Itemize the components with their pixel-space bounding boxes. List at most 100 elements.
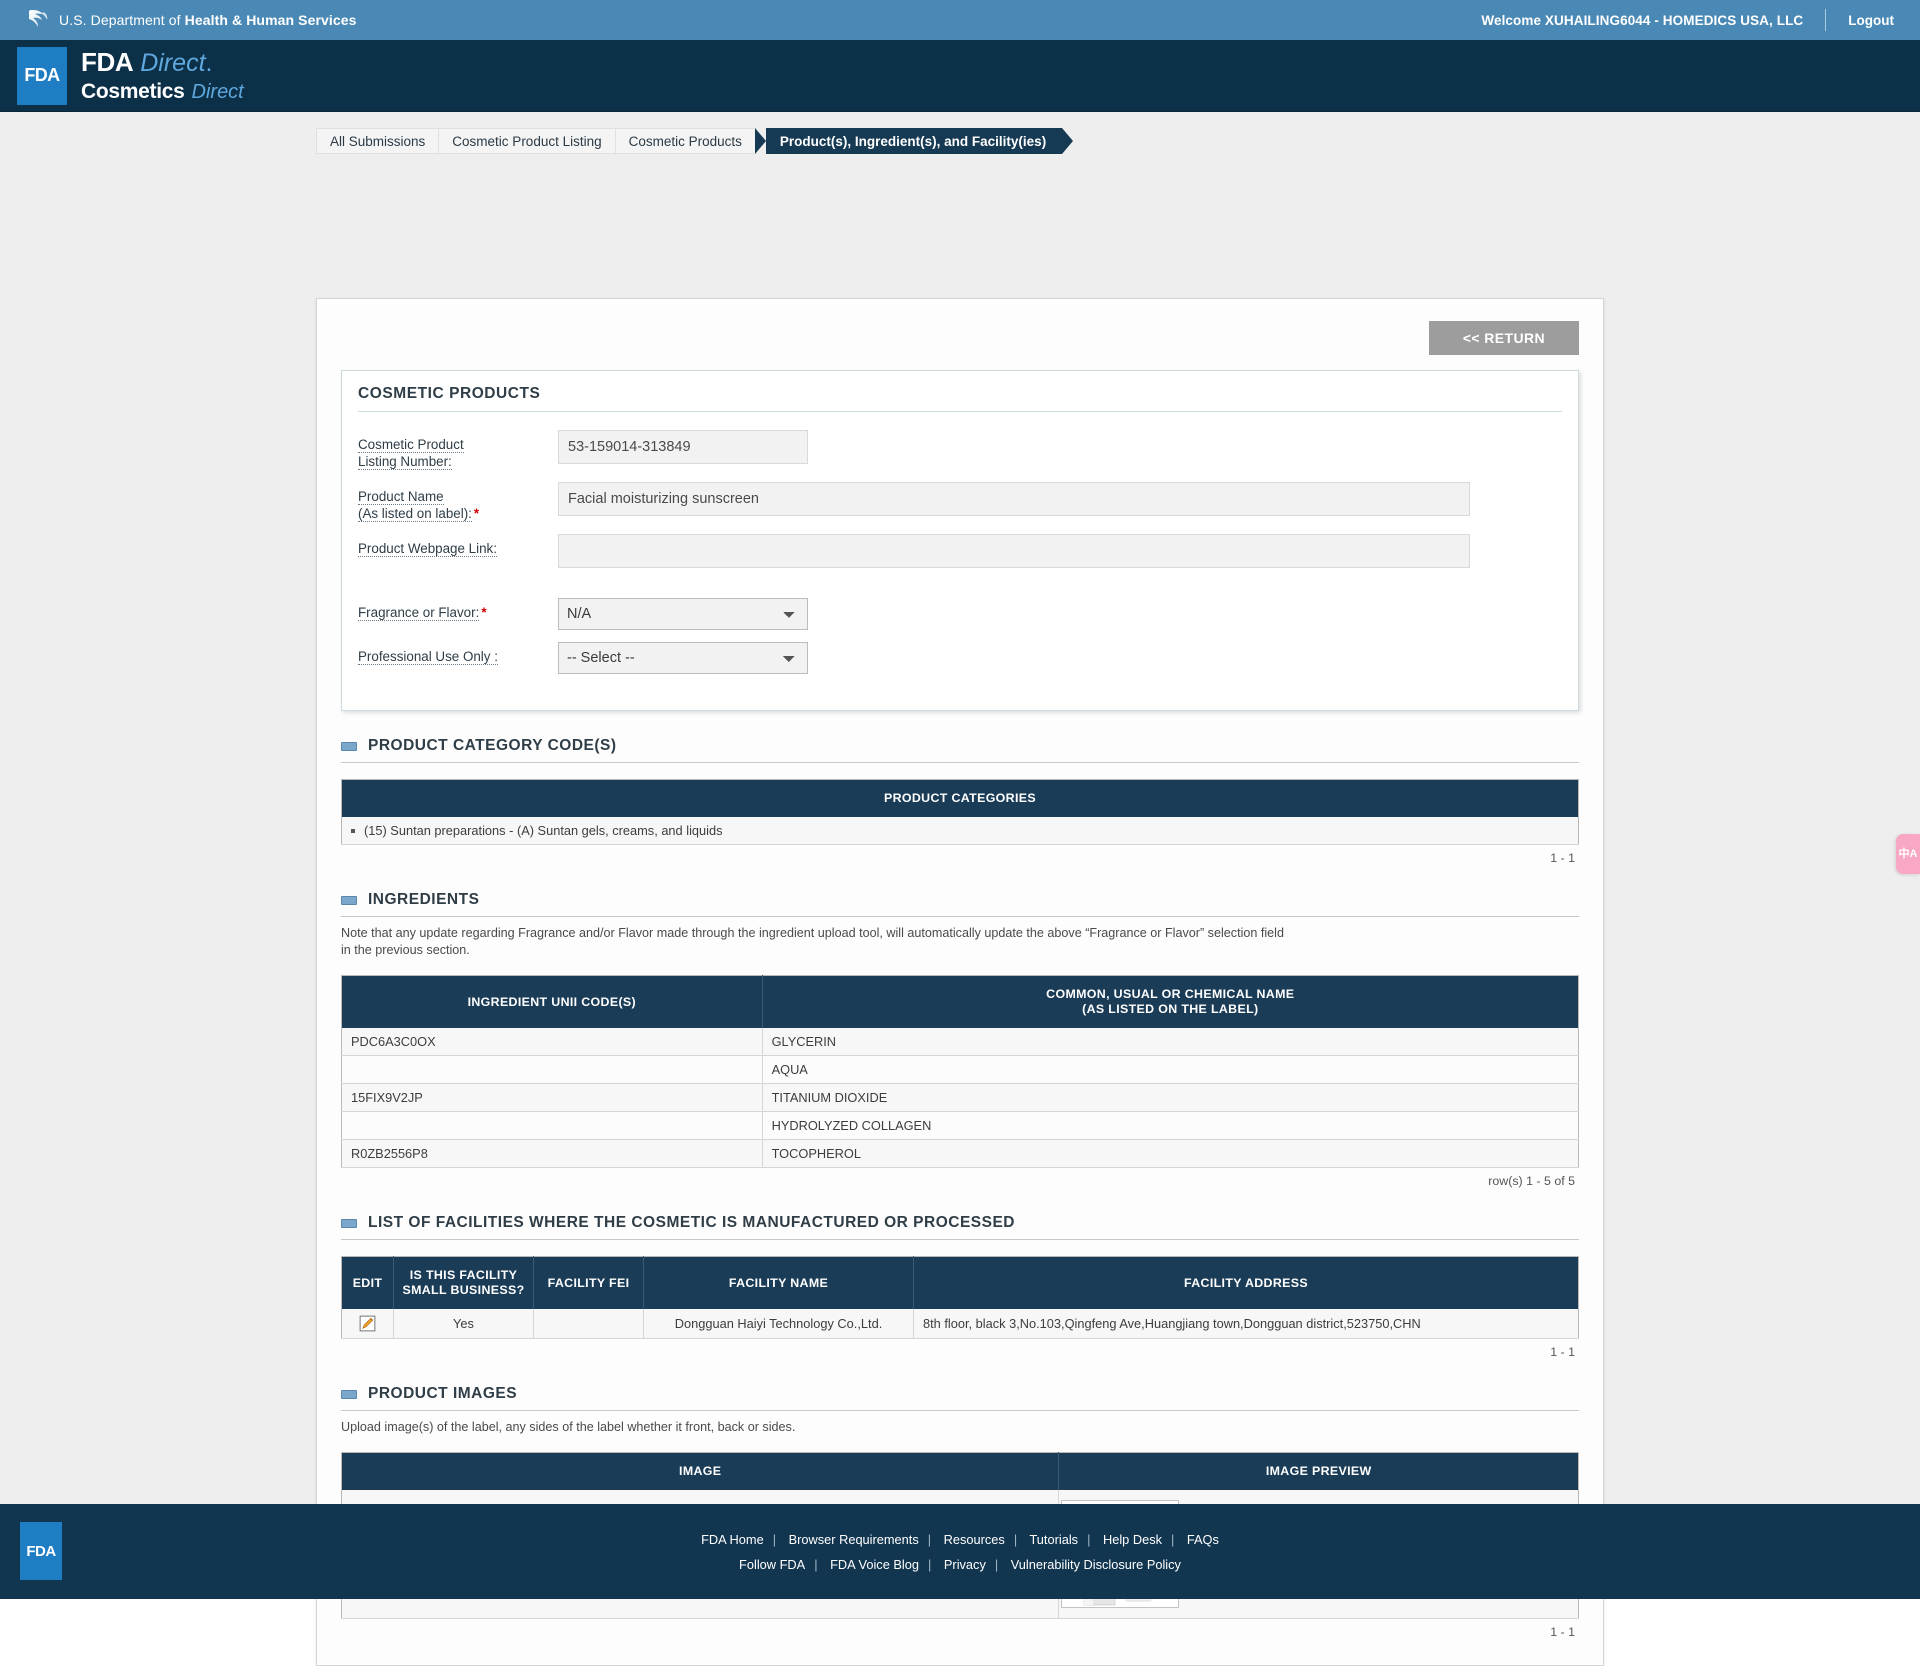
ingredients-note-line2: in the previous section. <box>341 943 470 957</box>
fragrance-label-text: Fragrance or Flavor: <box>358 605 480 621</box>
ingredient-name-cell: HYDROLYZED COLLAGEN <box>762 1111 1579 1140</box>
section-title-product-categories: PRODUCT CATEGORY CODE(S) <box>368 737 617 754</box>
fda-logo-badge: FDA <box>17 46 67 105</box>
footer-link-faqs[interactable]: FAQs <box>1187 1532 1219 1547</box>
field-row-webpage-link: Product Webpage Link: <box>358 534 1562 568</box>
section-title-ingredients: INGREDIENTS <box>368 891 480 908</box>
field-row-product-name: Product Name (As listed on label): * <box>358 482 1562 522</box>
footer-links: FDA Home | Browser Requirements | Resource… <box>0 1527 1920 1577</box>
main-content-card: << RETURN COSMETIC PRODUCTS Cosmetic Pro… <box>316 298 1604 1666</box>
unii-cell: PDC6A3C0OX <box>341 1028 763 1056</box>
footer-separator: | <box>1013 1531 1018 1547</box>
breadcrumb-item-cosmetic-product-listing[interactable]: Cosmetic Product Listing <box>438 128 615 154</box>
translate-widget-tab[interactable]: 中A <box>1896 834 1920 874</box>
required-asterisk-product-name: * <box>473 506 480 521</box>
section-header-product-categories: PRODUCT CATEGORY CODE(S) <box>341 737 1579 763</box>
footer-link-vulnerability-disclosure[interactable]: Vulnerability Disclosure Policy <box>1011 1557 1181 1572</box>
fragrance-select[interactable]: N/A <box>558 598 808 630</box>
breadcrumb-arrow-end-icon <box>1062 128 1074 154</box>
brand-fda-text: FDA <box>81 47 134 77</box>
edit-pencil-icon[interactable] <box>359 1315 376 1332</box>
logout-link[interactable]: Logout <box>1848 13 1894 28</box>
facility-fei-cell <box>533 1309 644 1340</box>
page-footer: FDA FDA Home | Browser Requirements | Reso… <box>0 1504 1920 1599</box>
ingredient-name-cell: TITANIUM DIOXIDE <box>762 1083 1579 1112</box>
col-facility-name: FACILITY NAME <box>643 1256 914 1309</box>
page-body: All Submissions Cosmetic Product Listing… <box>0 112 1920 1666</box>
table-row: 15FIX9V2JP TITANIUM DIOXIDE <box>341 1083 1579 1112</box>
brand-dot: . <box>205 49 213 77</box>
col-chemical-name-line1: COMMON, USUAL OR CHEMICAL NAME <box>1046 987 1295 1001</box>
footer-link-fda-voice-blog[interactable]: FDA Voice Blog <box>830 1557 919 1572</box>
col-facility-fei: FACILITY FEI <box>533 1256 644 1309</box>
collapse-toggle-icon[interactable] <box>341 895 357 905</box>
professional-use-select[interactable]: -- Select -- <box>558 642 808 674</box>
category-text: (15) Suntan preparations - (A) Suntan ge… <box>364 823 723 838</box>
col-chemical-name: COMMON, USUAL OR CHEMICAL NAME (AS LISTE… <box>762 975 1579 1028</box>
table-row: (15) Suntan preparations - (A) Suntan ge… <box>341 817 1579 845</box>
listing-number-input[interactable] <box>558 430 808 464</box>
footer-fda-logo: FDA <box>20 1522 62 1580</box>
product-name-input[interactable] <box>558 482 1470 516</box>
edit-cell <box>341 1309 394 1340</box>
hhs-dept-bold: Health & Human Services <box>184 12 357 28</box>
collapse-toggle-icon[interactable] <box>341 741 357 751</box>
collapse-toggle-icon[interactable] <box>341 1218 357 1228</box>
col-small-business-line1: IS THIS FACILITY <box>409 1268 518 1282</box>
table-header-row: IMAGE IMAGE PREVIEW <box>341 1452 1579 1491</box>
facility-address-cell: 8th floor, black 3,No.103,Qingfeng Ave,H… <box>913 1309 1579 1340</box>
footer-link-fda-home[interactable]: FDA Home <box>701 1532 764 1547</box>
webpage-link-input[interactable] <box>558 534 1470 568</box>
listing-number-label: Cosmetic Product Listing Number: <box>358 430 558 470</box>
col-small-business: IS THIS FACILITY SMALL BUSINESS? <box>393 1256 534 1309</box>
return-button[interactable]: << RETURN <box>1428 321 1579 355</box>
breadcrumb-item-cosmetic-products[interactable]: Cosmetic Products <box>614 128 755 154</box>
col-chemical-name-line2: (AS LISTED ON THE LABEL) <box>1082 1002 1259 1016</box>
table-header-row: INGREDIENT UNII CODE(S) COMMON, USUAL OR… <box>341 975 1579 1028</box>
col-image-preview: IMAGE PREVIEW <box>1058 1452 1579 1491</box>
breadcrumb: All Submissions Cosmetic Product Listing… <box>0 112 1920 154</box>
small-business-cell: Yes <box>393 1309 534 1340</box>
footer-link-resources[interactable]: Resources <box>944 1532 1005 1547</box>
product-images-note: Upload image(s) of the label, any sides … <box>341 1420 796 1435</box>
breadcrumb-item-all-submissions[interactable]: All Submissions <box>316 128 439 154</box>
footer-fda-logo-text: FDA <box>26 1542 56 1560</box>
col-small-business-line2: SMALL BUSINESS? <box>402 1283 525 1297</box>
footer-link-help-desk[interactable]: Help Desk <box>1103 1532 1162 1547</box>
col-facility-address: FACILITY ADDRESS <box>913 1256 1579 1309</box>
ingredients-note: Note that any update regarding Fragrance… <box>341 925 1579 959</box>
hhs-dept-prefix: U.S. Department of <box>59 12 185 28</box>
pagination-categories: 1 - 1 <box>1550 851 1575 865</box>
table-row: Yes Dongguan Haiyi Technology Co.,Ltd. 8… <box>341 1309 1579 1340</box>
footer-link-privacy[interactable]: Privacy <box>944 1557 986 1572</box>
section-header-facilities: LIST OF FACILITIES WHERE THE COSMETIC IS… <box>341 1214 1579 1240</box>
product-name-label-line2: (As listed on label): <box>358 506 472 522</box>
hhs-eagle-logo <box>29 10 48 27</box>
breadcrumb-arrow-icon <box>754 128 766 154</box>
webpage-link-label-text: Product Webpage Link: <box>358 541 497 557</box>
required-asterisk-fragrance: * <box>481 605 487 620</box>
ingredients-table-body: PDC6A3C0OX GLYCERIN AQUA 15FIX9V2JP TITA… <box>341 1028 1579 1168</box>
unii-cell: R0ZB2556P8 <box>341 1139 763 1168</box>
toolbar-row: << RETURN <box>341 321 1579 355</box>
ingredients-note-line1: Note that any update regarding Fragrance… <box>341 926 1284 940</box>
collapse-toggle-icon[interactable] <box>341 1389 357 1399</box>
user-session-area: Welcome XUHAILING6044 - HOMEDICS USA, LL… <box>1481 9 1894 31</box>
panel-title: COSMETIC PRODUCTS <box>358 385 1562 412</box>
listing-number-label-line2: Listing Number: <box>358 454 452 470</box>
translate-widget-label: 中A <box>1898 847 1918 860</box>
category-cell: (15) Suntan preparations - (A) Suntan ge… <box>341 817 1579 845</box>
section-header-product-images: PRODUCT IMAGES <box>341 1385 1579 1412</box>
col-image: IMAGE <box>341 1452 1060 1491</box>
table-header-row: EDIT IS THIS FACILITY SMALL BUSINESS? FA… <box>341 1256 1579 1309</box>
footer-link-browser-requirements[interactable]: Browser Requirements <box>789 1532 919 1547</box>
footer-link-follow-fda[interactable]: Follow FDA <box>739 1557 805 1572</box>
section-header-ingredients: INGREDIENTS <box>341 891 1579 917</box>
brand-wordmark: FDA Direct . Cosmetics Direct <box>81 49 244 102</box>
webpage-link-label: Product Webpage Link: <box>358 534 558 557</box>
breadcrumb-item-products-ingredients-facilities[interactable]: Product(s), Ingredient(s), and Facility(… <box>765 128 1063 154</box>
footer-links-row-1: FDA Home | Browser Requirements | Resource… <box>0 1527 1920 1552</box>
footer-link-tutorials[interactable]: Tutorials <box>1029 1532 1078 1547</box>
facility-name-cell: Dongguan Haiyi Technology Co.,Ltd. <box>643 1309 914 1340</box>
table-row: PDC6A3C0OX GLYCERIN <box>341 1028 1579 1056</box>
